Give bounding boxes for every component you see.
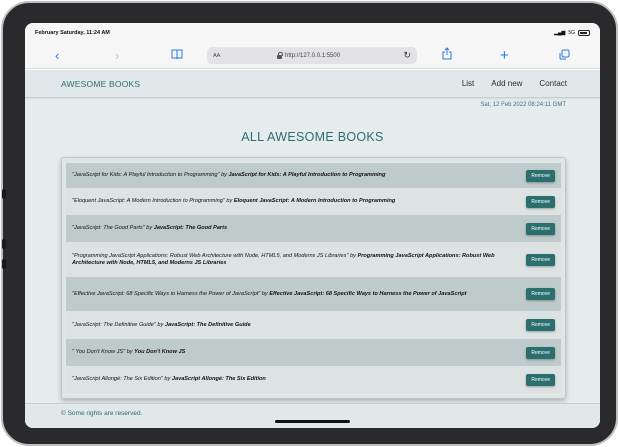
book-title: "Eloquent JavaScript: A Modern Introduct… (72, 198, 225, 204)
new-tab-icon[interactable]: + (500, 47, 509, 64)
remove-button[interactable]: Remove (526, 169, 555, 182)
book-author: JavaScript Allongé: The Six Edition (171, 376, 266, 382)
book-author: Effective JavaScript: 68 Specific Ways t… (269, 290, 467, 297)
url-text: http://127.0.0.1:5500 (285, 52, 341, 59)
book-title: "JavaScript Allongé: The Six Edition" (72, 376, 163, 382)
bookmarks-icon[interactable] (171, 47, 183, 64)
book-row: "JavaScript: The Definitive Guide" by Ja… (66, 311, 561, 339)
book-title: "JavaScript for Kids: A Playful Introduc… (72, 172, 220, 178)
address-bar[interactable]: AA http://127.0.0.1:5500 ↻ (207, 47, 417, 64)
back-icon[interactable]: ‹ (55, 47, 59, 64)
lock-icon (277, 51, 283, 59)
nav-link-list[interactable]: List (462, 79, 474, 88)
book-row: "JavaScript: The Good Parts" by JavaScri… (66, 215, 561, 242)
book-row: "JavaScript for Kids: A Playful Introduc… (66, 163, 561, 188)
remove-button[interactable]: Remove (526, 346, 555, 359)
tablet-frame: February Saturday, 11:24 AM ▂▄▆ 5G ‹ › A… (1, 1, 618, 446)
book-list: "JavaScript for Kids: A Playful Introduc… (61, 157, 566, 399)
book-row: "Programming JavaScript Applications: Ro… (66, 242, 561, 277)
tabs-icon[interactable] (559, 47, 570, 64)
book-entry: " You Don't Know JS" by You Don't Know J… (72, 349, 510, 356)
mute-switch (2, 259, 6, 269)
book-title: "JavaScript: The Good Parts" (72, 225, 145, 231)
remove-button[interactable]: Remove (526, 319, 555, 331)
nav-links: List Add new Contact (462, 79, 567, 88)
book-entry: "Effective JavaScript: 68 Specific Ways … (72, 291, 510, 298)
book-author: JavaScript: The Definitive Guide (164, 321, 251, 328)
book-entry: "JavaScript for Kids: A Playful Introduc… (72, 172, 510, 179)
book-row: "Effective JavaScript: 68 Specific Ways … (66, 277, 561, 311)
reader-options-button[interactable]: AA (213, 53, 220, 59)
book-entry: "Eloquent JavaScript: A Modern Introduct… (72, 198, 510, 205)
book-title: " You Don't Know JS" (72, 349, 126, 355)
status-datetime: February Saturday, 11:24 AM (35, 30, 110, 36)
book-entry: "JavaScript: The Good Parts" by JavaScri… (72, 225, 510, 232)
current-date: Sat, 12 Feb 2022 08:24:11 GMT (480, 102, 566, 108)
book-by: by (125, 349, 135, 355)
book-title: "Programming JavaScript Applications: Ro… (72, 252, 349, 259)
battery-icon (578, 30, 590, 36)
book-row: "Eloquent JavaScript: A Modern Introduct… (66, 188, 561, 215)
page-title: ALL AWESOME BOOKS (241, 130, 384, 144)
book-author: You Don't Know JS (134, 349, 186, 355)
browser-toolbar: ‹ › AA http://127.0.0.1:5500 ↻ + (25, 43, 600, 69)
book-entry: "JavaScript Allongé: The Six Edition" by… (72, 376, 510, 383)
footer-text: © Some rights are reserved. (61, 410, 143, 417)
share-icon[interactable] (442, 47, 452, 64)
url-display[interactable]: http://127.0.0.1:5500 (277, 51, 341, 59)
home-indicator[interactable] (275, 420, 350, 423)
book-row: "JavaScript Allongé: The Six Edition" by… (66, 366, 561, 393)
remove-button[interactable]: Remove (526, 222, 555, 235)
volume-up-button (2, 189, 6, 199)
screen: February Saturday, 11:24 AM ▂▄▆ 5G ‹ › A… (25, 23, 600, 428)
book-by: by (155, 321, 165, 328)
remove-button[interactable]: Remove (526, 195, 555, 208)
book-author: JavaScript for Kids: A Playful Introduct… (228, 172, 386, 178)
remove-button[interactable]: Remove (526, 253, 555, 266)
status-indicators: ▂▄▆ 5G (554, 30, 590, 36)
book-title: "JavaScript: The Definitive Guide" (72, 321, 156, 328)
book-by: by (260, 290, 270, 297)
book-title: "Effective JavaScript: 68 Specific Ways … (72, 290, 261, 297)
forward-icon[interactable]: › (115, 47, 119, 64)
book-by: by (224, 198, 234, 204)
signal-icon: ▂▄▆ (554, 30, 566, 36)
nav-link-contact[interactable]: Contact (539, 79, 567, 88)
book-by: by (162, 376, 172, 382)
book-author: JavaScript: The Good Parts (153, 225, 228, 231)
site-brand[interactable]: AWESOME BOOKS (61, 79, 140, 89)
book-entry: "JavaScript: The Definitive Guide" by Ja… (72, 322, 510, 329)
reload-icon[interactable]: ↻ (403, 50, 411, 61)
site-footer: © Some rights are reserved. (25, 403, 600, 428)
book-by: by (219, 172, 229, 178)
remove-button[interactable]: Remove (526, 288, 555, 300)
remove-button[interactable]: Remove (526, 373, 555, 386)
volume-down-button (2, 239, 6, 249)
status-bar: February Saturday, 11:24 AM ▂▄▆ 5G (25, 23, 600, 43)
nav-link-add-new[interactable]: Add new (491, 79, 522, 88)
web-page: AWESOME BOOKS List Add new Contact Sat, … (25, 70, 600, 428)
site-navbar: AWESOME BOOKS List Add new Contact (25, 70, 600, 98)
book-author: Eloquent JavaScript: A Modern Introducti… (233, 198, 396, 204)
network-label: 5G (568, 30, 575, 36)
book-row: " You Don't Know JS" by You Don't Know J… (66, 339, 561, 366)
book-entry: "Programming JavaScript Applications: Ro… (72, 253, 510, 267)
book-by: by (144, 225, 154, 231)
